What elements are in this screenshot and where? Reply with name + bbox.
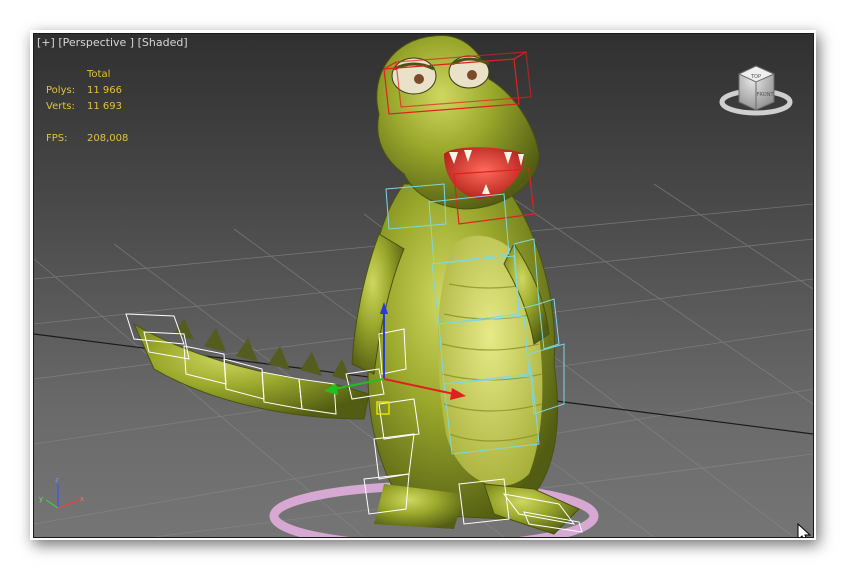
viewcube-front-label: FRONT: [756, 92, 774, 98]
polys-value: 11 966: [87, 85, 122, 96]
perspective-viewport[interactable]: TOP FRONT z x y [+] [Perspective ] [Shad…: [33, 33, 814, 538]
fps-label: FPS:: [46, 133, 68, 144]
viewport-view-menu[interactable]: [Perspective ]: [58, 36, 134, 49]
viewport-shading-menu[interactable]: [Shaded]: [138, 36, 188, 49]
axis-y-label: y: [39, 495, 43, 503]
viewcube-top-label: TOP: [750, 74, 761, 80]
verts-value: 11 693: [87, 101, 122, 112]
verts-label: Verts:: [46, 101, 75, 112]
stats-header: Total: [87, 69, 111, 80]
axis-tripod: z x y: [39, 476, 84, 509]
scene-canvas[interactable]: TOP FRONT z x y: [34, 34, 813, 537]
viewport-plus-menu[interactable]: [+]: [37, 36, 55, 49]
statistics-overlay: Total Polys: 11 966 Verts: 11 693 FPS: 2…: [46, 67, 128, 147]
fps-value: 208,008: [87, 133, 129, 144]
character-body: [351, 183, 580, 535]
viewcube[interactable]: TOP FRONT: [719, 65, 793, 116]
polys-label: Polys:: [46, 85, 76, 96]
viewport-label-menu: [+] [Perspective ] [Shaded]: [37, 36, 188, 49]
character-tail: [125, 313, 370, 420]
mouse-cursor-icon: [797, 523, 812, 537]
axis-z-label: z: [55, 476, 59, 484]
axis-x-label: x: [80, 495, 84, 503]
